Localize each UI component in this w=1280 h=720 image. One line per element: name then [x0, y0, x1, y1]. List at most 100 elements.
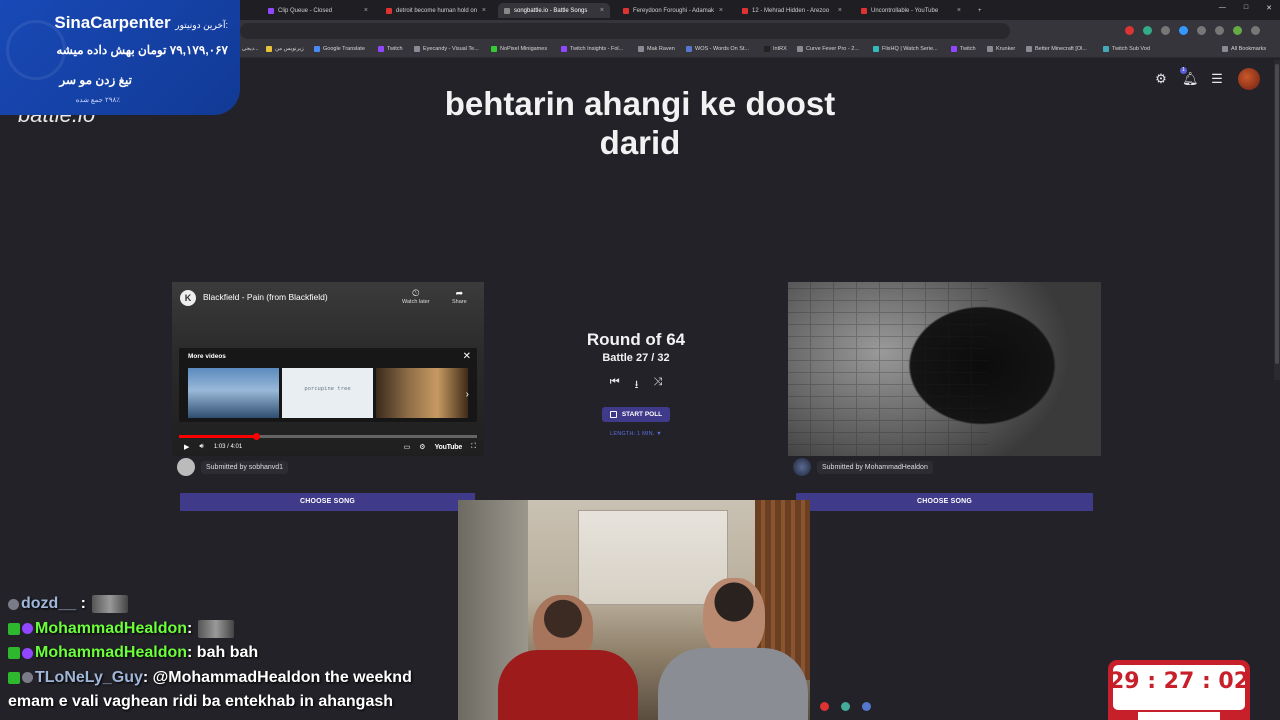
user-avatar-icon [793, 458, 811, 476]
bookmark-item[interactable]: FlixHQ | Watch Serie... [873, 46, 938, 52]
subscriber-badge-icon [22, 647, 33, 659]
choose-right-song-button[interactable]: CHOOSE SONG [796, 493, 1093, 511]
tab-title: 12 - Mehrad Hidden - Arezoo [752, 7, 830, 14]
choose-left-song-button[interactable]: CHOOSE SONG [180, 493, 475, 511]
hamburger-menu-icon[interactable]: ☰ [1210, 72, 1224, 86]
profile-icon[interactable] [1233, 26, 1242, 35]
bookmark-item[interactable]: Twitch [951, 46, 976, 52]
bookmark-item[interactable]: Google Translate [314, 46, 365, 52]
all-bookmarks[interactable]: All Bookmarks [1222, 46, 1266, 52]
extension-icon[interactable] [1143, 26, 1152, 35]
songbattle-favicon-icon [504, 7, 510, 14]
volume-icon[interactable]: 🔊︎ [199, 443, 203, 451]
bookmark-icon [686, 46, 692, 52]
bookmark-item[interactable]: Curve Fever Pro - 2... [797, 46, 859, 52]
moderator-badge-icon [8, 647, 20, 660]
more-videos-panel: More videos ✕ porcupine tree › [179, 348, 477, 422]
share-button[interactable]: ➦ Share [452, 288, 467, 305]
video-thumbnail[interactable] [376, 368, 468, 418]
start-poll-button[interactable]: START POLL [601, 407, 671, 422]
bookmark-item[interactable]: NoPixel Minigames [491, 46, 547, 52]
bookmark-item[interactable]: Better Minecraft [Ol... [1026, 46, 1087, 52]
tab-fereydoon[interactable]: Fereydoon Foroughi - Adamak × [617, 3, 729, 18]
subscriber-badge-icon [22, 623, 33, 635]
chat-line: MohammadHealdon: bah bah [8, 641, 488, 666]
extension-icon[interactable] [1125, 26, 1134, 35]
left-video-player[interactable]: K Blackfield - Pain (from Blackfield) 🕓︎… [172, 282, 484, 456]
video-progress-bar[interactable] [179, 433, 477, 440]
download-icon[interactable]: ⭳ [635, 376, 639, 395]
close-tab-icon[interactable]: × [482, 7, 486, 14]
google-translate-icon [314, 46, 320, 52]
twitch-favicon-icon [268, 7, 274, 14]
video-title[interactable]: Blackfield - Pain (from Blackfield) [203, 292, 328, 302]
shuffle-icon[interactable]: ⤨ [653, 376, 662, 395]
poll-length-select[interactable]: LENGTH: 1 MIN. ▼ [560, 431, 712, 437]
scrollbar-thumb[interactable] [1275, 64, 1279, 364]
maximize-icon[interactable]: □ [1244, 4, 1248, 12]
gear-icon[interactable]: ⚙ [1154, 72, 1168, 86]
bookmark-item[interactable]: IntRX [764, 46, 787, 52]
play-icon[interactable]: ▶ [184, 443, 189, 451]
bookmark-item[interactable]: Eyecandy - Visual Te... [414, 46, 479, 52]
round-label: Round of 64 [586, 330, 686, 349]
chat-line: TLoNeLy_Guy: @MohammadHealdon the weeknd [8, 666, 488, 691]
app-icon[interactable] [862, 702, 871, 711]
video-thumbnail[interactable]: porcupine tree [282, 368, 373, 418]
fullscreen-icon[interactable]: ⛶ [471, 443, 476, 451]
close-tab-icon[interactable]: × [838, 7, 842, 14]
bookmark-item[interactable]: Mak Raven [638, 46, 675, 52]
close-window-icon[interactable]: ✕ [1266, 4, 1272, 12]
youtube-logo[interactable]: YouTube [435, 444, 463, 451]
chevron-right-icon[interactable]: › [466, 389, 469, 400]
extension-icon[interactable] [1161, 26, 1170, 35]
close-tab-icon[interactable]: × [364, 7, 368, 14]
bookmark-item[interactable]: Twitch Insights - Fol... [561, 46, 623, 52]
address-bar[interactable] [240, 23, 1010, 39]
tab-clip-queue[interactable]: Clip Queue - Closed × [262, 3, 374, 18]
tab-detroit[interactable]: detroit become human hold on × [380, 3, 492, 18]
skip-back-icon[interactable]: ⏮ [610, 376, 620, 395]
video-thumbnail[interactable] [188, 368, 279, 418]
app-icon[interactable] [820, 702, 829, 711]
bookmark-item[interactable]: Twitch Sub Vod [1103, 46, 1150, 52]
donation-percent: ۲۹۸٪ جمع شده [75, 97, 120, 104]
extension-icon[interactable] [1215, 26, 1224, 35]
channel-icon[interactable]: K [180, 290, 196, 306]
bookmark-item[interactable]: Twitch [378, 46, 403, 52]
video-time: 1:03 / 4:01 [213, 444, 243, 450]
close-icon[interactable]: ✕ [463, 351, 471, 362]
scrollbar[interactable] [1274, 60, 1280, 380]
right-video-player[interactable] [788, 282, 1101, 456]
close-tab-icon[interactable]: × [600, 7, 604, 14]
folder-icon [266, 46, 272, 52]
chat-line: MohammadHealdon: [8, 617, 488, 642]
tab-uncontrollable[interactable]: Uncontrollable - YouTube × [855, 3, 967, 18]
captions-icon[interactable]: ▭ [404, 443, 411, 451]
progress-knob[interactable] [253, 433, 261, 440]
extension-icon[interactable] [1197, 26, 1206, 35]
more-videos-label: More videos [188, 353, 226, 360]
poll-icon [609, 411, 617, 418]
battle-info: Round of 64 Battle 27 / 32 ⏮ ⭳ ⤨ START P… [560, 330, 712, 437]
user-avatar-icon [177, 458, 195, 476]
settings-icon[interactable]: ⚙ [419, 443, 425, 451]
app-icon[interactable] [841, 702, 850, 711]
tab-title: songbattle.io - Battle Songs [514, 7, 588, 14]
avatar[interactable] [1238, 68, 1260, 90]
close-tab-icon[interactable]: × [957, 7, 961, 14]
menu-icon[interactable] [1251, 26, 1260, 35]
new-tab-button[interactable]: + [972, 3, 988, 18]
tab-mehrad[interactable]: 12 - Mehrad Hidden - Arezoo × [736, 3, 848, 18]
close-tab-icon[interactable]: × [719, 7, 723, 14]
bookmark-item[interactable]: Krunker [987, 46, 1015, 52]
bell-icon[interactable]: 🔔︎ [1182, 72, 1199, 86]
twitch-icon [951, 46, 957, 52]
watch-later-button[interactable]: 🕓︎ Watch later [402, 288, 430, 305]
minimize-icon[interactable]: — [1219, 4, 1226, 12]
tab-songbattle[interactable]: songbattle.io - Battle Songs × [498, 3, 610, 18]
bookmark-item[interactable]: زیرنویس من [266, 46, 304, 52]
bookmark-item[interactable]: WOS - Words On St... [686, 46, 749, 52]
extension-icon[interactable] [1179, 26, 1188, 35]
twitch-insights-icon [561, 46, 567, 52]
